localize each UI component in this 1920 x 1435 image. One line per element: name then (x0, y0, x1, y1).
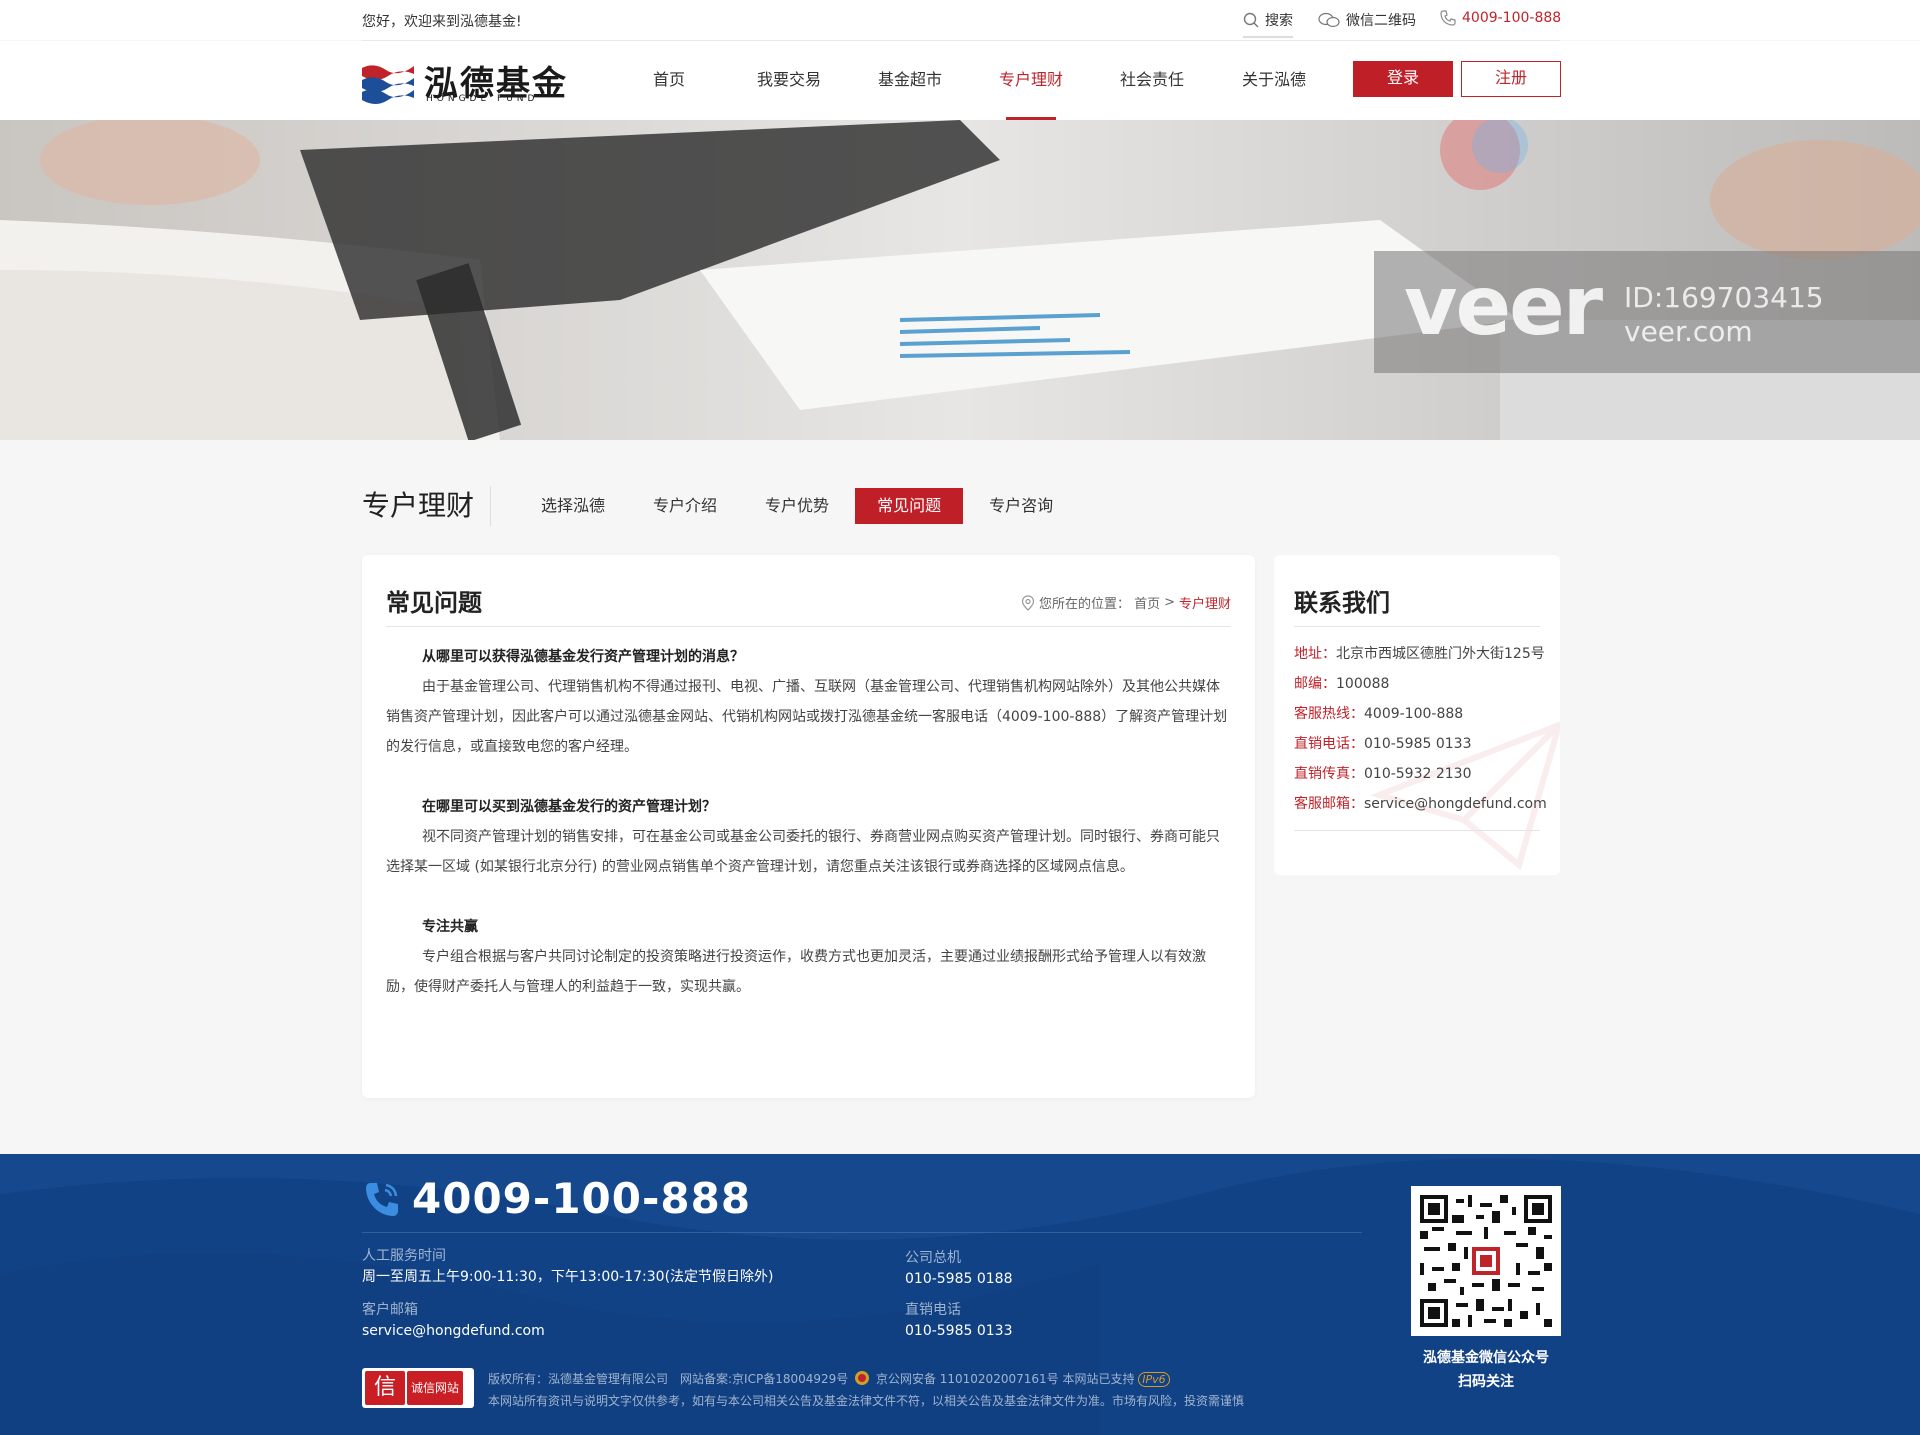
logo-text-en: HONGDE FUND (426, 94, 539, 104)
faq-answer: 专户组合根据与客户共同讨论制定的投资策略进行投资运作，收费方式也更加灵活，主要通… (386, 949, 1206, 995)
register-button[interactable]: 注册 (1461, 61, 1561, 97)
watermark-id: ID:169703415 (1624, 281, 1824, 314)
breadcrumb-separator: > (1164, 595, 1175, 610)
footer: 4009-100-888 人工服务时间 周一至周五上午9:00-11:30，下午… (0, 1154, 1920, 1435)
phone-icon (1440, 10, 1456, 26)
contact-row-postcode: 邮编：100088 (1294, 676, 1390, 692)
top-phone-number: 4009-100-888 (1462, 10, 1562, 26)
footer-hotline: 4009-100-888 (362, 1174, 751, 1223)
contact-row-direct-phone: 直销电话：010-5985 0133 (1294, 736, 1472, 752)
top-bar: 您好，欢迎来到泓德基金! 搜索 微信二维码 4009-100-888 (0, 0, 1920, 40)
contact-row-address: 地址：北京市西城区德胜门外大街125号 (1294, 646, 1545, 662)
hero-banner: veer ID:169703415 veer.com (0, 120, 1920, 440)
faq-answer: 视不同资产管理计划的销售安排，可在基金公司或基金公司委托的银行、券商营业网点购买… (386, 829, 1220, 875)
contact-row-hotline: 客服热线：4009-100-888 (1294, 706, 1464, 722)
legal-copyright[interactable]: 版权所有：泓德基金管理有限公司 网站备案:京ICP备18004929号 (488, 1372, 848, 1386)
faq-answer: 由于基金管理公司、代理销售机构不得通过报刊、电视、广播、互联网（基金管理公司、代… (386, 679, 1228, 755)
legal-police-record[interactable]: 京公网安备 11010202007161号 本网站已支持 (876, 1372, 1135, 1386)
nav-item-social-responsibility[interactable]: 社会责任 (1110, 41, 1194, 120)
wechat-label: 微信二维码 (1346, 13, 1416, 29)
subnav-item-intro[interactable]: 专户介绍 (631, 488, 739, 524)
subnav-item-faq[interactable]: 常见问题 (855, 488, 964, 524)
footer-service-hours: 人工服务时间 周一至周五上午9:00-11:30，下午13:00-17:30(法… (362, 1248, 774, 1285)
welcome-text: 您好，欢迎来到泓德基金! (362, 14, 522, 30)
wechat-icon (1318, 12, 1340, 28)
faq-question: 从哪里可以获得泓德基金发行资产管理计划的消息？ (422, 649, 744, 665)
phone-icon (366, 1182, 398, 1216)
faq-list: 从哪里可以获得泓德基金发行资产管理计划的消息？ 由于基金管理公司、代理销售机构不… (386, 642, 1231, 1032)
nav-item-special-account[interactable]: 专户理财 (989, 41, 1073, 120)
site-logo[interactable]: 泓德基金 HONGDE FUND (360, 56, 570, 106)
ipv6-badge: IPv6 (1138, 1372, 1170, 1387)
credit-site-badge[interactable]: 信 诚信网站 (362, 1368, 474, 1408)
nav-item-about[interactable]: 关于泓德 (1232, 41, 1316, 120)
header: 泓德基金 HONGDE FUND 首页 我要交易 基金超市 专户理财 社会责任 … (0, 41, 1920, 120)
footer-switchboard: 公司总机 010-5985 0188 (905, 1250, 1013, 1287)
credit-badge-icon: 信 (365, 1371, 405, 1405)
contact-row-email: 客服邮箱：service@hongdefund.com (1294, 796, 1547, 812)
title-divider (386, 626, 1231, 627)
banner-watermark: veer ID:169703415 veer.com (1374, 251, 1920, 373)
nav-item-home[interactable]: 首页 (640, 41, 698, 120)
nav-item-trade[interactable]: 我要交易 (747, 41, 831, 120)
qr-caption: 泓德基金微信公众号 扫码关注 (1423, 1350, 1549, 1390)
login-button[interactable]: 登录 (1353, 61, 1453, 97)
section-subnav: 专户理财 选择泓德 专户介绍 专户优势 常见问题 专户咨询 (362, 486, 1079, 526)
footer-divider (362, 1232, 1362, 1233)
credit-badge-text: 诚信网站 (407, 1371, 464, 1405)
section-title: 专户理财 (362, 486, 492, 526)
police-badge-icon (855, 1371, 870, 1385)
contact-row-direct-fax: 直销传真：010-5932 2130 (1294, 766, 1472, 782)
page: 您好，欢迎来到泓德基金! 搜索 微信二维码 4009-100-888 泓德基金 … (0, 0, 1920, 1435)
search-link[interactable]: 搜索 (1243, 10, 1293, 38)
search-label: 搜索 (1265, 13, 1293, 29)
top-phone[interactable]: 4009-100-888 (1440, 10, 1561, 26)
footer-legal: 版权所有：泓德基金管理有限公司 网站备案:京ICP备18004929号 京公网安… (488, 1368, 1244, 1412)
breadcrumb: 您所在的位置： 首页 > 专户理财 (1021, 593, 1231, 612)
watermark-url: veer.com (1624, 315, 1753, 348)
subnav-item-consult[interactable]: 专户咨询 (967, 488, 1075, 524)
footer-hotline-number: 4009-100-888 (412, 1174, 752, 1223)
faq-question: 在哪里可以买到泓德基金发行的资产管理计划？ (422, 799, 716, 815)
wechat-qr-link[interactable]: 微信二维码 (1318, 10, 1416, 30)
contact-card: 联系我们 地址：北京市西城区德胜门外大街125号 邮编：100088 客服热线：… (1274, 555, 1560, 875)
main-nav: 首页 我要交易 基金超市 专户理财 社会责任 关于泓德 (640, 41, 1316, 120)
breadcrumb-current[interactable]: 专户理财 (1179, 593, 1231, 612)
logo-mark-icon (362, 65, 414, 104)
contact-divider (1294, 626, 1540, 627)
footer-email: 客户邮箱 service@hongdefund.com (362, 1302, 545, 1339)
breadcrumb-prefix: 您所在的位置： (1039, 597, 1131, 612)
contact-list: 地址：北京市西城区德胜门外大街125号 邮编：100088 客服热线：4009-… (1294, 639, 1547, 819)
nav-item-fund-market[interactable]: 基金超市 (868, 41, 952, 120)
faq-title: 常见问题 (386, 589, 482, 617)
legal-disclaimer: 本网站所有资讯与说明文字仅供参考，如有与本公司相关公告及基金法律文件不符，以相关… (488, 1394, 1245, 1408)
breadcrumb-home[interactable]: 首页 (1134, 593, 1160, 612)
location-pin-icon (1021, 594, 1035, 611)
contact-bottom-divider (1294, 830, 1540, 831)
footer-direct-phone: 直销电话 010-5985 0133 (905, 1302, 1013, 1339)
search-icon (1243, 12, 1259, 28)
faq-question: 专注共赢 (422, 919, 478, 935)
subnav-item-choose[interactable]: 选择泓德 (519, 488, 627, 524)
wechat-qr-code (1411, 1186, 1561, 1336)
watermark-brand: veer (1404, 259, 1603, 354)
contact-title: 联系我们 (1294, 589, 1390, 617)
faq-card: 常见问题 您所在的位置： 首页 > 专户理财 从哪里可以获得泓德基金发行资产管理… (362, 555, 1255, 1098)
qr-code-icon (1420, 1195, 1552, 1327)
subnav-item-advantages[interactable]: 专户优势 (743, 488, 851, 524)
